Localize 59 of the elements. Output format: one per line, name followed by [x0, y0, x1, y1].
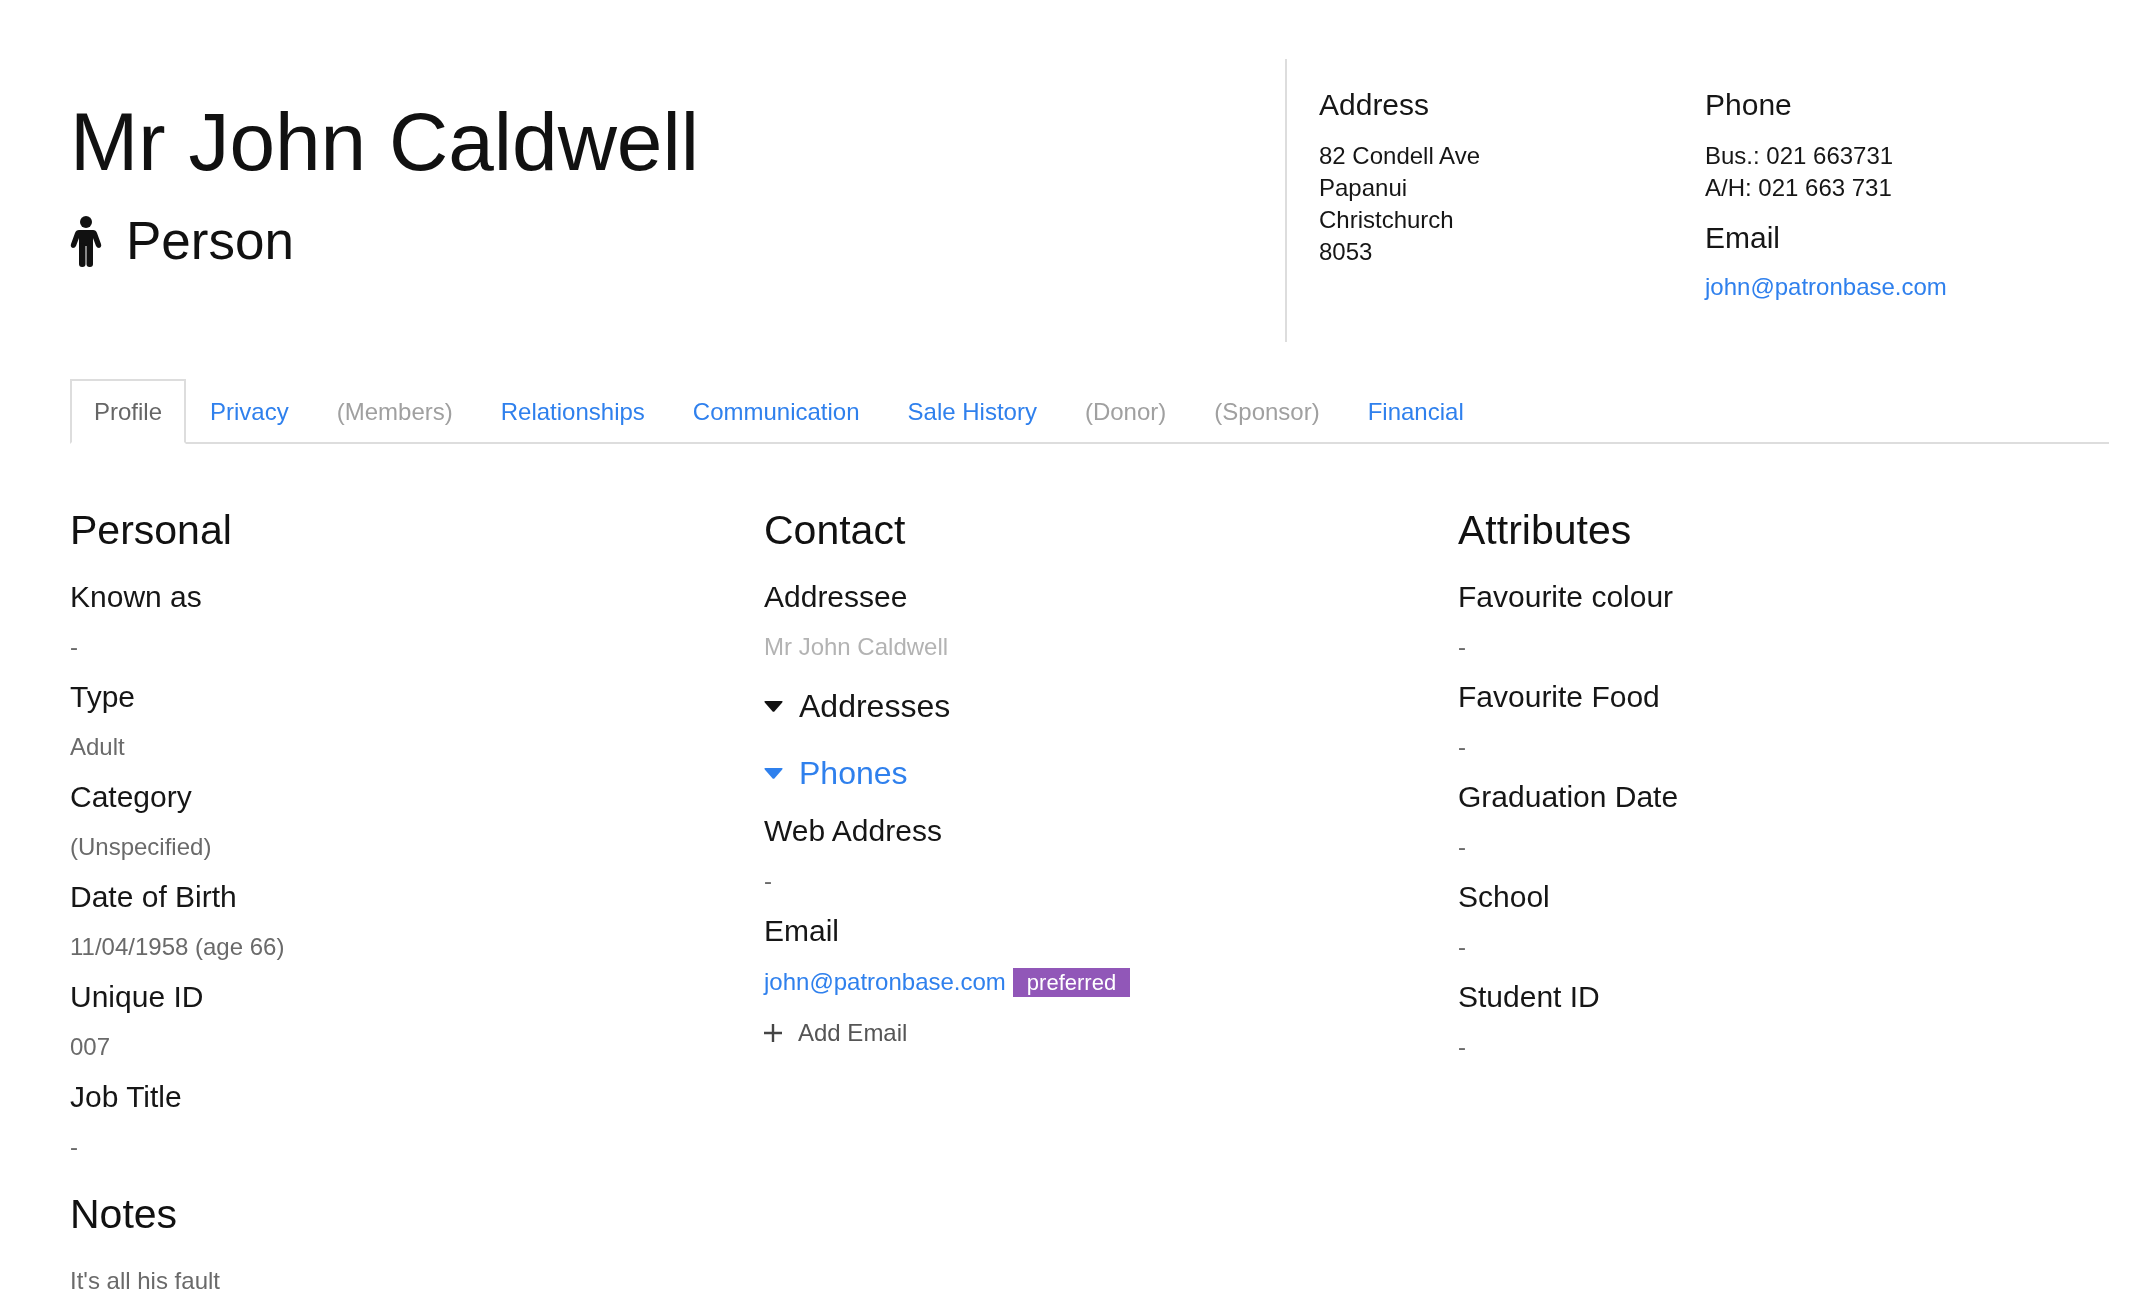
field-value: -	[70, 1132, 78, 1162]
section-heading: Personal	[70, 506, 232, 555]
email-link[interactable]: john@patronbase.com	[1705, 271, 1947, 303]
field-label: Student ID	[1458, 979, 1600, 1015]
caret-down-icon	[764, 767, 783, 779]
field-value: -	[1458, 632, 1466, 662]
email-heading: Email	[1705, 220, 1780, 256]
tab[interactable]: Relationships	[476, 379, 669, 444]
field-value: Adult	[70, 732, 125, 762]
address-line: Christchurch	[1319, 205, 1454, 235]
tab[interactable]: Sale History	[883, 379, 1061, 444]
field-value: 11/04/1958 (age 66)	[70, 932, 285, 962]
address-line: 82 Condell Ave	[1319, 141, 1480, 171]
field-value: 007	[70, 1032, 111, 1062]
section-toggle[interactable]: Addresses	[764, 678, 951, 734]
field-value: -	[70, 632, 78, 662]
field-label: Category	[70, 779, 192, 815]
address-line: Papanui	[1319, 173, 1408, 203]
section-heading: Contact	[764, 506, 906, 555]
section-heading: Notes	[70, 1190, 178, 1239]
field-value: Mr John Caldwell	[764, 632, 949, 662]
person-name: Mr John Caldwell	[70, 95, 699, 189]
address-heading: Address	[1319, 87, 1430, 123]
field-value: -	[1458, 732, 1466, 762]
email-link[interactable]: john@patronbase.com	[764, 968, 1006, 996]
field-label: Unique ID	[70, 979, 204, 1015]
field-value: -	[1458, 832, 1466, 862]
field-label: Favourite Food	[1458, 679, 1660, 715]
tab[interactable]: Communication	[668, 379, 884, 444]
caret-down-icon	[764, 700, 783, 712]
field-value: (Unspecified)	[70, 832, 212, 862]
phone-line: A/H: 021 663 731	[1705, 173, 1892, 203]
field-label: Date of Birth	[70, 879, 237, 915]
notes-text: It's all his fault	[70, 1266, 220, 1296]
section-toggle[interactable]: Phones	[764, 745, 908, 801]
field-label: Addressee	[764, 579, 908, 615]
phone-line: Bus.: 021 663731	[1705, 141, 1894, 171]
field-label: Job Title	[70, 1079, 182, 1115]
tab[interactable]: Privacy	[186, 379, 313, 444]
status-badge: preferred	[1012, 967, 1131, 997]
tab[interactable]: Financial	[1343, 379, 1488, 444]
field-label: Email	[764, 913, 839, 949]
field-label: Favourite colour	[1458, 579, 1674, 615]
plus-icon	[764, 1024, 782, 1042]
field-value: -	[764, 866, 772, 896]
field-label: Known as	[70, 579, 202, 615]
field-label: Graduation Date	[1458, 779, 1679, 815]
field-value: -	[1458, 1032, 1466, 1062]
field-label: Type	[70, 679, 136, 715]
section-heading: Attributes	[1458, 506, 1632, 555]
person-icon	[70, 215, 102, 267]
add-email-button[interactable]: Add Email	[764, 1008, 908, 1058]
phone-heading: Phone	[1705, 87, 1792, 123]
address-line: 8053	[1319, 237, 1373, 267]
entity-type: Person	[126, 210, 294, 272]
field-label: School	[1458, 879, 1550, 915]
field-label: Web Address	[764, 813, 942, 849]
field-value: -	[1458, 932, 1466, 962]
tab[interactable]: Profile	[70, 379, 187, 444]
